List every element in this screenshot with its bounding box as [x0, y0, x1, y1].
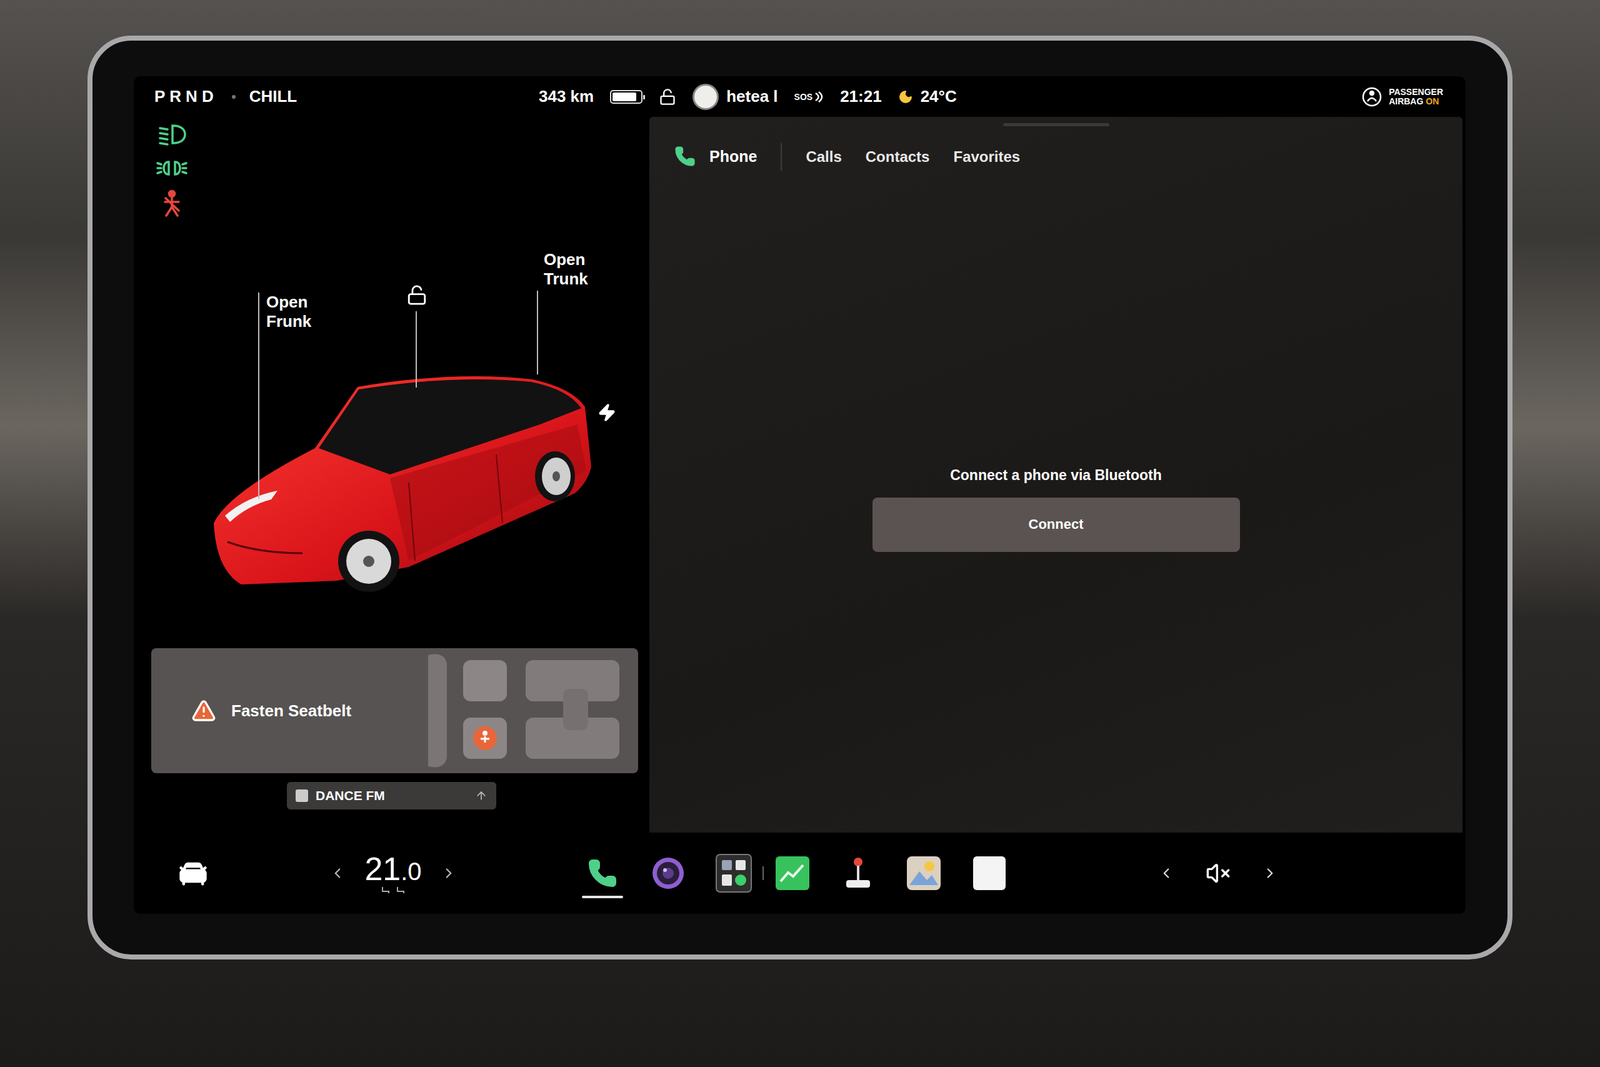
clock: 21:21 [840, 86, 882, 107]
signal-icon [813, 91, 824, 103]
separator-dot [231, 95, 236, 99]
temp-down-icon[interactable] [329, 865, 346, 882]
airbag-state: ON [1425, 96, 1439, 107]
alert-text: Fasten Seatbelt [231, 701, 411, 721]
lock-open-icon[interactable] [658, 88, 677, 106]
profile-name: hetea l [726, 86, 778, 107]
app-tray [533, 848, 1008, 899]
open-frunk-button[interactable]: Open Frunk [266, 292, 354, 332]
car-icon[interactable] [176, 856, 210, 890]
media-mini-player[interactable]: DANCE FM [286, 781, 497, 810]
battery-fill [612, 92, 636, 102]
status-bar: PRND CHILL 343 km hetea l SOS 21:21 24°C PASSEN… [133, 76, 1466, 117]
main-area: Open Frunk Open Trunk Fasten Seatbelt DANCE… [133, 116, 1466, 833]
phone-tab[interactable]: Favorites [953, 145, 1020, 170]
passenger-airbag-status: PASSENGERAIRBAG ON [1361, 86, 1466, 108]
volume-down-button[interactable] [1158, 865, 1175, 882]
car-unlock-icon [406, 284, 428, 306]
chart-app-icon [775, 856, 810, 890]
charge-port-button[interactable] [597, 403, 617, 422]
expand-arrow-icon[interactable] [475, 789, 488, 802]
car-stage: Open Frunk Open Trunk [133, 229, 650, 649]
phone-tab[interactable]: Contacts [865, 145, 930, 170]
app-divider [762, 866, 764, 880]
open-trunk-button[interactable]: Open Trunk [543, 250, 632, 289]
app-button[interactable] [971, 848, 1008, 899]
seatbelt-icon [156, 189, 188, 217]
cabin-temperature[interactable]: 21.0 [364, 852, 422, 894]
notes-app-icon [973, 856, 1006, 890]
bluetooth-message: Connect a phone via Bluetooth [950, 466, 1162, 484]
lock-leader-line [415, 311, 417, 388]
connect-button[interactable]: Connect [872, 497, 1240, 552]
bottom-dock: 21.0 [133, 832, 1466, 914]
driver-profile[interactable]: hetea l [692, 83, 778, 110]
panel-drag-handle[interactable] [1003, 123, 1110, 127]
charge-bolt-icon [597, 403, 617, 422]
app-launcher-icon [715, 853, 752, 893]
phone-icon [587, 858, 618, 889]
sos-indicator[interactable]: SOS [794, 91, 825, 103]
warning-icon [191, 698, 217, 724]
phone-icon [674, 145, 696, 167]
joystick-icon [841, 856, 875, 890]
moon-icon [898, 89, 914, 105]
low-beam-icon [156, 121, 188, 147]
outside-temperature: 24°C [898, 86, 957, 107]
phone-tab[interactable]: Calls [805, 145, 842, 170]
photos-app-icon [906, 856, 941, 890]
trunk-leader-line [536, 290, 539, 375]
app-button[interactable] [650, 848, 687, 899]
airbag-icon [1361, 86, 1383, 108]
drive-mode[interactable]: CHILL [249, 86, 298, 107]
vehicle-panel: Open Frunk Open Trunk Fasten Seatbelt DANCE… [133, 116, 650, 833]
volume-control [1158, 860, 1466, 886]
volume-up-button[interactable] [1261, 865, 1279, 882]
seat-map [425, 651, 626, 770]
radio-station-logo [295, 789, 309, 802]
temp-up-icon[interactable] [440, 865, 457, 882]
seat-heater-icon[interactable] [380, 886, 391, 894]
drive-status: PRND CHILL [133, 86, 539, 107]
app-button[interactable] [840, 848, 877, 899]
climate-control: 21.0 [252, 852, 534, 894]
parking-lights-icon [156, 155, 188, 181]
touchscreen: PRND CHILL 343 km hetea l SOS 21:21 24°C PASSEN… [133, 76, 1466, 914]
phone-app-panel: Phone Calls Contacts Favorites Connect a pho… [649, 116, 1463, 833]
mute-button[interactable] [1205, 860, 1231, 886]
car-button-slot [133, 856, 253, 890]
range[interactable]: 343 km [538, 86, 594, 107]
camera-icon [651, 856, 685, 890]
volume-muted-icon [1205, 860, 1231, 886]
phone-app-title: Phone [674, 145, 757, 167]
frunk-leader-line [258, 292, 260, 499]
phone-nav: Phone Calls Contacts Favorites [649, 116, 1463, 211]
car-lock-button[interactable] [406, 284, 428, 306]
seat-heaters [380, 886, 406, 894]
station-name: DANCE FM [315, 788, 468, 804]
app-button[interactable] [715, 848, 752, 899]
app-button[interactable] [774, 848, 811, 899]
app-button[interactable] [584, 848, 621, 899]
phone-empty-state: Connect a phone via Bluetooth Connect [649, 210, 1463, 833]
page: PRND CHILL 343 km hetea l SOS 21:21 24°C PASSEN… [0, 0, 1600, 1067]
status-center: 343 km hetea l SOS 21:21 24°C [538, 83, 957, 110]
battery-indicator [610, 90, 643, 104]
gear-selector: PRND [154, 86, 219, 107]
seat-heater-icon[interactable] [395, 886, 406, 894]
car-model[interactable] [202, 354, 603, 605]
seatbelt-alert: Fasten Seatbelt [151, 648, 639, 774]
profile-avatar [692, 83, 719, 110]
app-button[interactable] [905, 848, 942, 899]
nav-divider [780, 143, 782, 171]
telltale-indicators [133, 116, 650, 230]
display-bezel: PRND CHILL 343 km hetea l SOS 21:21 24°C PASSEN… [87, 35, 1513, 960]
